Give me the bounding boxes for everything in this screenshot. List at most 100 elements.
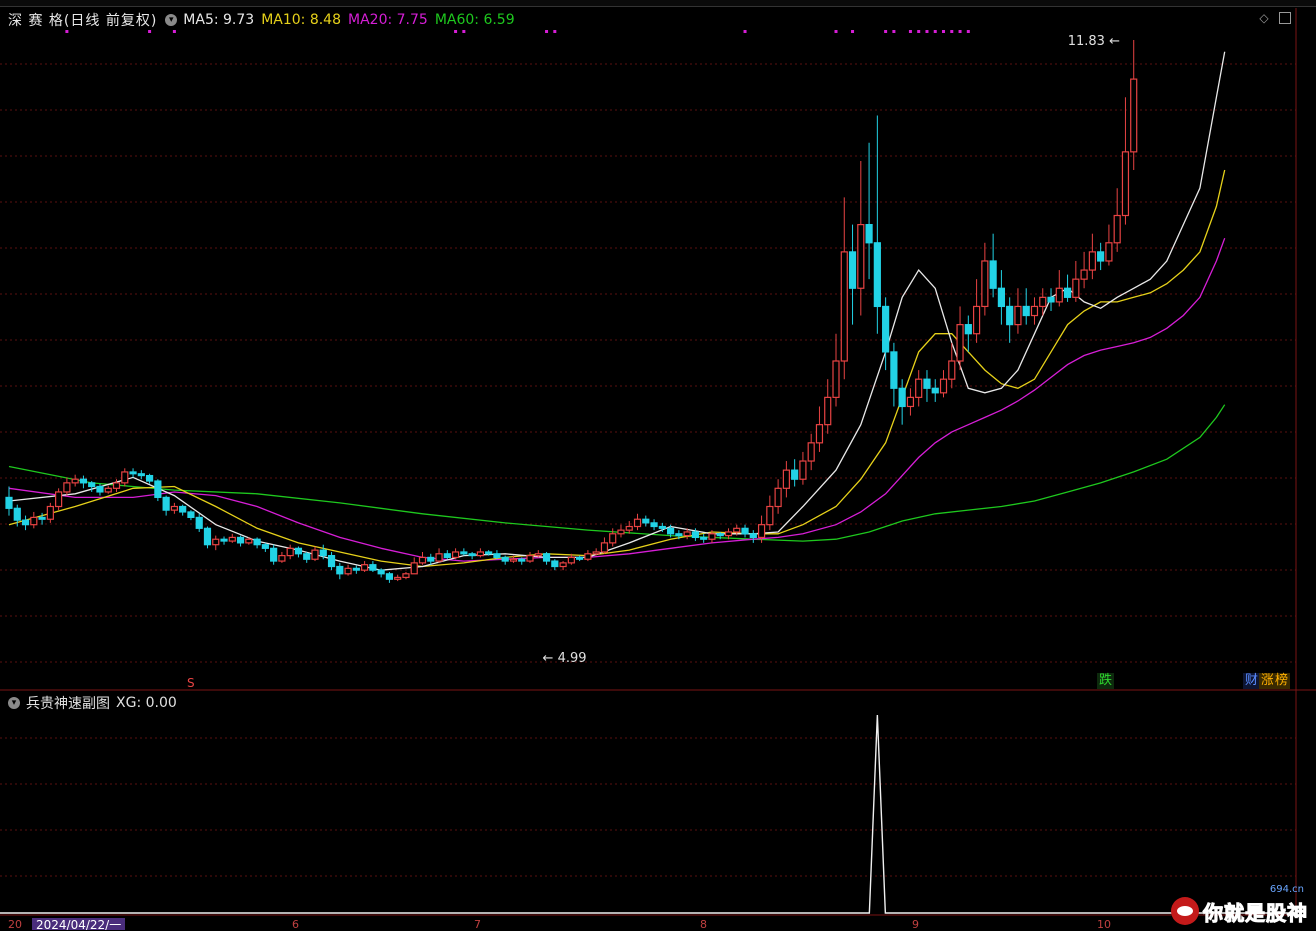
watermark-domain: 694.cn [1269, 884, 1304, 895]
candle-up [915, 378, 923, 398]
candle-up [600, 542, 609, 553]
signal-dot [545, 30, 549, 33]
candle-up [278, 555, 286, 562]
candle-up [592, 551, 600, 555]
candle-down [377, 569, 385, 575]
candle-down [1063, 287, 1072, 298]
candle-down [865, 223, 873, 244]
candle-up [311, 549, 319, 560]
candle-down [129, 471, 137, 475]
candle-down [1097, 251, 1105, 262]
fall-badge[interactable]: 跌 [1097, 673, 1115, 689]
candle-down [303, 553, 311, 560]
candle-up [212, 538, 220, 546]
candle-down [1022, 305, 1030, 317]
candle-up [170, 505, 178, 511]
chevron-down-icon[interactable]: ▾ [8, 697, 20, 709]
candle-up [112, 482, 121, 489]
candle-down [13, 507, 21, 521]
watermark-text: 你就是股神 [1203, 900, 1308, 925]
candle-down [336, 565, 344, 575]
candle-up [981, 260, 989, 308]
candle-down [327, 555, 336, 568]
candle-up [476, 551, 484, 557]
candle-down [187, 511, 195, 519]
candle-up [30, 516, 38, 526]
candle-up [534, 553, 542, 557]
candle-down [5, 496, 13, 509]
signal-dot [917, 30, 921, 33]
candle-down [88, 482, 96, 488]
candle-down [220, 538, 228, 542]
candle-up [63, 482, 71, 493]
candle-down [923, 378, 931, 389]
price-chart: 11.83 ← ← 4.99 [0, 8, 1316, 916]
candle-down [1006, 305, 1014, 326]
signal-dot [942, 30, 946, 33]
candle-up [344, 567, 352, 575]
candle-down [650, 522, 658, 528]
x-axis-label: 7 [474, 918, 481, 931]
candle-up [906, 396, 915, 408]
candle-up [757, 524, 766, 539]
candle-up [435, 553, 443, 562]
candle-up [567, 556, 575, 564]
candle-down [882, 305, 890, 353]
signal-dot [851, 30, 855, 33]
candle-up [972, 305, 981, 335]
candle-down [203, 527, 212, 546]
signal-dot [553, 30, 557, 33]
candle-down [145, 474, 154, 482]
candle-up [807, 442, 815, 462]
rank-badge[interactable]: 榜 [1273, 673, 1291, 689]
candle-up [733, 527, 741, 533]
candle-down [468, 553, 476, 557]
candle-up [526, 555, 534, 562]
candle-up [1039, 296, 1047, 308]
candle-up [799, 460, 807, 480]
signal-dot [454, 30, 458, 33]
candle-down [154, 480, 162, 499]
candle-up [609, 533, 617, 544]
signal-dot [148, 30, 152, 33]
candle-up [1121, 151, 1130, 217]
candle-up [774, 487, 782, 508]
candle-up [724, 531, 733, 537]
candle-down [658, 525, 666, 529]
candle-up [71, 478, 79, 484]
candle-up [1055, 287, 1063, 303]
candle-up [361, 564, 369, 571]
candle-down [989, 260, 997, 289]
candle-down [898, 387, 906, 408]
candle-down [236, 536, 245, 544]
candle-down [253, 538, 261, 546]
candle-up [559, 562, 567, 568]
x-axis-label: 20 [8, 918, 22, 931]
subchart-header: ▾ 兵贵神速副图 XG: 0.00 [8, 693, 177, 713]
signal-dot [743, 30, 747, 33]
s-signal-marker: S [187, 676, 195, 690]
candle-up [939, 378, 948, 394]
candle-up [824, 396, 832, 426]
candle-up [286, 547, 294, 557]
candle-down [179, 505, 187, 513]
low-price-label: ← 4.99 [543, 651, 587, 666]
xg-line [0, 714, 1296, 914]
finance-badge[interactable]: 财 [1243, 673, 1261, 689]
ma60-line [8, 404, 1226, 542]
signal-dot [958, 30, 962, 33]
candle-up [418, 556, 427, 564]
candle-down [319, 549, 327, 557]
signal-dot [966, 30, 970, 33]
candle-up [832, 360, 840, 398]
candle-up [633, 518, 642, 528]
candle-down [890, 351, 898, 389]
signal-dot [933, 30, 937, 33]
x-axis-label: 6 [292, 918, 299, 931]
subchart-title: 兵贵神速副图 [26, 696, 110, 712]
candle-down [666, 527, 675, 535]
candle-up [121, 471, 129, 484]
candle-up [948, 360, 956, 380]
candle-up [625, 525, 633, 531]
candle-up [766, 505, 774, 526]
